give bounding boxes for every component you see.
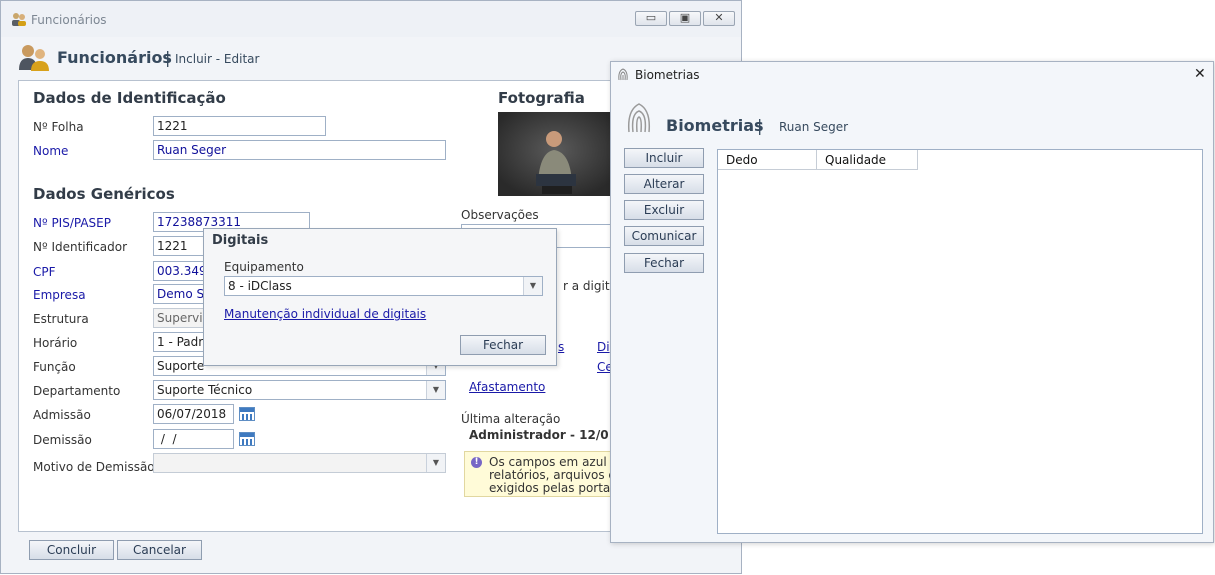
header-separator: | xyxy=(165,48,171,67)
equipamento-label: Equipamento xyxy=(224,260,304,274)
employee-photo[interactable] xyxy=(498,112,614,196)
biometrias-window: Biometrias ✕ Biometrias | Ruan Seger Inc… xyxy=(610,61,1214,543)
ultima-alteracao-value: Administrador - 12/0 xyxy=(469,428,609,442)
minimize-icon: ▭ xyxy=(645,11,657,24)
info-icon: ! xyxy=(471,457,482,468)
pis-label: Nº PIS/PASEP xyxy=(33,216,111,230)
biometrias-header-title: Biometrias xyxy=(666,116,764,135)
header-separator: | xyxy=(757,116,763,135)
close-icon: ✕ xyxy=(714,11,724,24)
chevron-down-icon[interactable]: ▼ xyxy=(426,454,445,472)
empresa-label: Empresa xyxy=(33,288,86,302)
chevron-down-icon[interactable]: ▼ xyxy=(523,277,542,295)
users-icon xyxy=(12,13,26,26)
identificador-label: Nº Identificador xyxy=(33,240,128,254)
identificacao-heading: Dados de Identificação xyxy=(33,89,226,107)
link-s[interactable]: s xyxy=(558,340,564,354)
column-header-dedo[interactable]: Dedo xyxy=(718,150,817,170)
funcao-value: Suporte xyxy=(157,359,205,373)
fechar-button[interactable]: Fechar xyxy=(624,253,704,273)
column-header-qualidade[interactable]: Qualidade xyxy=(817,150,918,170)
chevron-down-icon[interactable]: ▼ xyxy=(426,381,445,399)
comunicar-button[interactable]: Comunicar xyxy=(624,226,704,246)
page-title: Funcionários xyxy=(57,48,172,67)
nome-input[interactable]: Ruan Seger xyxy=(153,140,446,160)
calendar-icon[interactable] xyxy=(239,407,255,421)
demissao-label: Demissão xyxy=(33,433,92,447)
restore-button[interactable]: ▣ xyxy=(669,11,701,26)
departamento-select[interactable]: Suporte Técnico ▼ xyxy=(153,380,446,400)
close-icon[interactable]: ✕ xyxy=(1194,66,1206,82)
minimize-button[interactable]: ▭ xyxy=(635,11,667,26)
concluir-button[interactable]: Concluir xyxy=(29,540,114,560)
info-line-2: relatórios, arquivos e xyxy=(489,468,616,482)
afastamento-link[interactable]: Afastamento xyxy=(469,380,545,394)
info-box: ! Os campos em azul s relatórios, arquiv… xyxy=(464,451,619,497)
biometrias-table[interactable]: Dedo Qualidade xyxy=(717,149,1203,534)
motivo-label: Motivo de Demissão xyxy=(33,460,155,474)
demissao-input[interactable]: / / xyxy=(153,429,234,449)
observacoes-label: Observações xyxy=(461,208,539,222)
fingerprint-icon xyxy=(627,103,651,133)
digitais-title: Digitais xyxy=(212,233,269,248)
motivo-select[interactable]: ▼ xyxy=(153,453,446,473)
incluir-button[interactable]: Incluir xyxy=(624,148,704,168)
cpf-label: CPF xyxy=(33,265,56,279)
folha-input[interactable]: 1221 xyxy=(153,116,326,136)
genericos-heading: Dados Genéricos xyxy=(33,185,175,203)
excluir-button[interactable]: Excluir xyxy=(624,200,704,220)
alterar-button[interactable]: Alterar xyxy=(624,174,704,194)
cancelar-button[interactable]: Cancelar xyxy=(117,540,202,560)
ultima-alteracao-label: Última alteração xyxy=(461,412,561,426)
folha-label: Nº Folha xyxy=(33,120,84,134)
estrutura-label: Estrutura xyxy=(33,312,89,326)
close-button[interactable]: ✕ xyxy=(703,11,735,26)
admissao-label: Admissão xyxy=(33,408,91,422)
page-subtitle: Incluir - Editar xyxy=(175,52,260,66)
funcao-label: Função xyxy=(33,360,76,374)
biometrias-window-title: Biometrias xyxy=(635,68,700,82)
biometrias-employee-name: Ruan Seger xyxy=(779,120,849,134)
departamento-label: Departamento xyxy=(33,384,121,398)
equipamento-select[interactable]: 8 - iDClass ▼ xyxy=(224,276,543,296)
info-line-3: exigidos pelas portari xyxy=(489,481,619,495)
departamento-value: Suporte Técnico xyxy=(157,383,253,397)
fotografia-heading: Fotografia xyxy=(498,89,585,107)
equipamento-value: 8 - iDClass xyxy=(228,279,292,293)
window-title: Funcionários xyxy=(31,13,107,27)
calendar-icon[interactable] xyxy=(239,432,255,446)
nome-label: Nome xyxy=(33,144,69,158)
person-photo-icon xyxy=(498,112,614,196)
digitais-popup: Digitais Equipamento 8 - iDClass ▼ Manut… xyxy=(203,228,557,366)
restore-icon: ▣ xyxy=(679,11,691,24)
manutencao-link[interactable]: Manutenção individual de digitais xyxy=(224,307,426,321)
employees-icon xyxy=(19,45,49,71)
fingerprint-icon xyxy=(618,68,628,81)
titlebar: Funcionários ▭ ▣ ✕ xyxy=(1,1,741,37)
digitais-fechar-button[interactable]: Fechar xyxy=(460,335,546,355)
link-di[interactable]: Di xyxy=(597,340,610,354)
horario-label: Horário xyxy=(33,336,78,350)
admissao-input[interactable]: 06/07/2018 xyxy=(153,404,234,424)
info-line-1: Os campos em azul s xyxy=(489,455,617,469)
